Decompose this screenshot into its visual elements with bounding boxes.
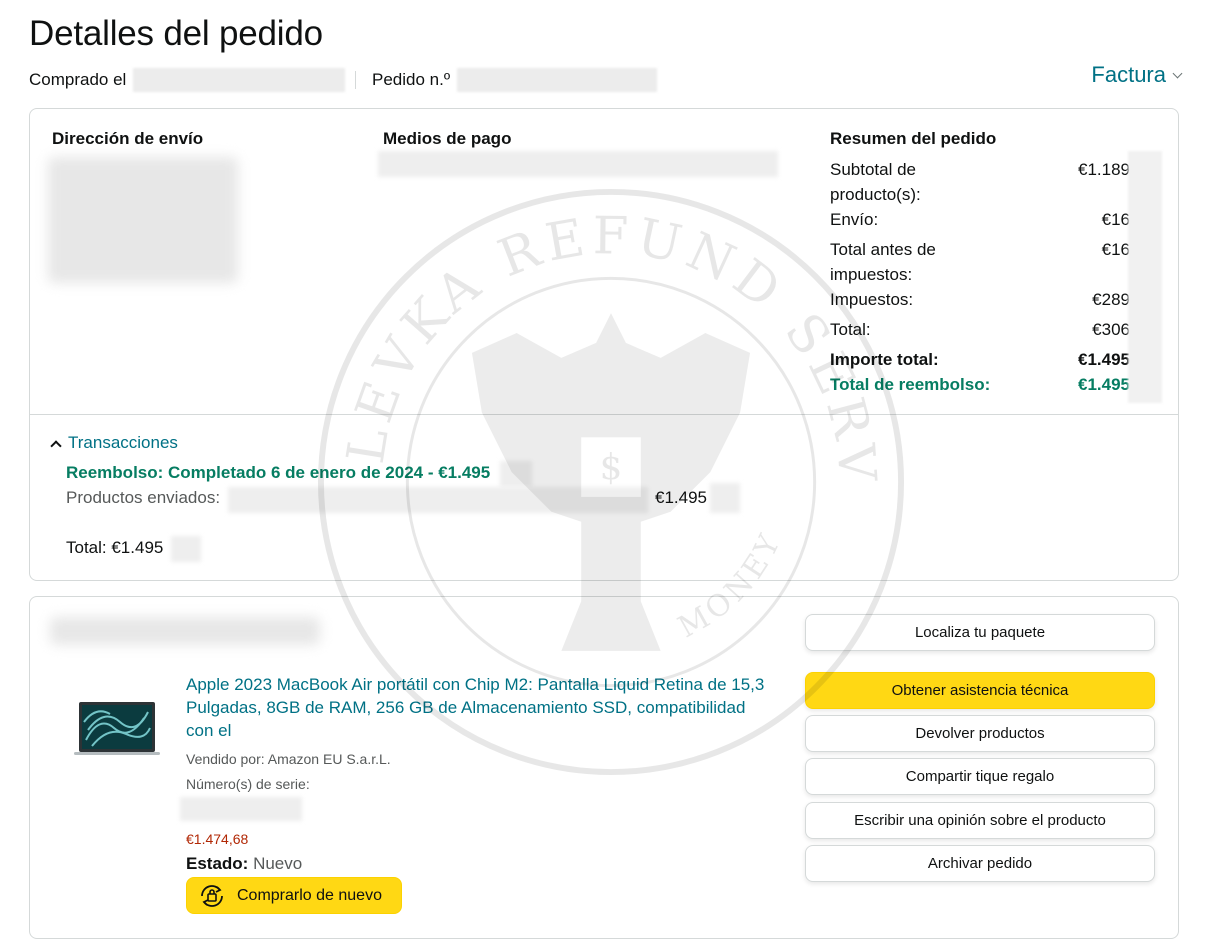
grand-total-label: Importe total:: [830, 350, 939, 369]
archive-order-button[interactable]: Archivar pedido: [805, 845, 1155, 882]
buy-again-icon: [201, 884, 223, 907]
laptop-icon: [74, 702, 160, 755]
redacted-shipping-address: [48, 157, 238, 283]
refund-status-line: Reembolso: Completado 6 de enero de 2024…: [66, 463, 491, 482]
redacted-total-cents: [171, 536, 201, 562]
summary-label: Total:: [830, 320, 871, 339]
redacted-order-number: [457, 68, 657, 92]
redacted-products-cents: [710, 483, 740, 513]
grand-total-value: €1.495: [1078, 350, 1130, 369]
chevron-down-icon: [1172, 68, 1183, 78]
redacted-serial-number: [180, 797, 302, 821]
redacted-payment-method: [378, 151, 778, 177]
get-tech-support-button[interactable]: Obtener asistencia técnica: [805, 672, 1155, 709]
page-title: Detalles del pedido: [29, 14, 323, 53]
payment-method-title: Medios de pago: [383, 129, 512, 148]
redacted-purchase-date: [133, 68, 345, 92]
product-title-link[interactable]: Apple 2023 MacBook Air portátil con Chip…: [186, 673, 766, 742]
shipping-address-title: Dirección de envío: [52, 129, 204, 148]
serial-number-label: Número(s) de serie:: [186, 776, 310, 792]
refund-total-row: Total de reembolso: €1.495: [830, 372, 1130, 397]
redacted-delivery-status: [50, 617, 320, 645]
return-items-button[interactable]: Devolver productos: [805, 715, 1155, 752]
products-shipped-value: €1.495: [655, 488, 707, 507]
summary-value: €16: [1101, 210, 1130, 229]
order-info-box: Dirección de envío Medios de pago Resume…: [29, 108, 1179, 581]
refund-total-value: €1.495: [1078, 375, 1130, 394]
track-package-button[interactable]: Localiza tu paquete: [805, 614, 1155, 651]
summary-value: €16: [1101, 240, 1130, 259]
grand-total-row: Importe total: €1.495: [830, 347, 1130, 372]
transactions-total: Total: €1.495: [66, 538, 164, 557]
order-summary-title: Resumen del pedido: [830, 129, 997, 148]
summary-value: €1.189: [1078, 160, 1130, 179]
summary-value: €306: [1092, 320, 1130, 339]
product-price: €1.474,68: [186, 831, 249, 847]
summary-label: Impuestos:: [830, 290, 914, 309]
invoice-label: Factura: [1091, 62, 1166, 87]
buy-again-label: Comprarlo de nuevo: [237, 886, 382, 904]
redacted-products-info: [228, 487, 648, 513]
transactions-toggle[interactable]: Transacciones: [50, 433, 178, 453]
order-number-label: Pedido n.º: [372, 70, 451, 89]
purchased-date-label: Comprado el: [29, 70, 127, 89]
summary-row: Total: €306: [830, 317, 1130, 342]
shipment-box: Apple 2023 MacBook Air portátil con Chip…: [29, 596, 1179, 939]
order-summary: Subtotal de producto(s): €1.189 Envío: €…: [830, 157, 1130, 397]
redacted-refund-cents: [500, 461, 532, 487]
share-gift-receipt-button[interactable]: Compartir tique regalo: [805, 758, 1155, 795]
section-divider: [30, 414, 1178, 415]
summary-row: Subtotal de producto(s): €1.189: [830, 157, 1130, 207]
condition-label: Estado:: [186, 854, 249, 873]
product-image[interactable]: [74, 700, 160, 758]
invoice-dropdown[interactable]: Factura: [1091, 62, 1183, 88]
write-review-button[interactable]: Escribir una opinión sobre el producto: [805, 802, 1155, 839]
meta-divider: [355, 71, 356, 89]
products-shipped-label: Productos enviados:: [66, 488, 221, 507]
summary-value: €289: [1092, 290, 1130, 309]
summary-row: Envío: €16: [830, 207, 1130, 232]
product-condition: Estado: Nuevo: [186, 854, 302, 874]
refund-total-label: Total de reembolso:: [830, 375, 991, 394]
summary-label: Envío:: [830, 210, 879, 229]
condition-value: Nuevo: [253, 854, 303, 873]
summary-label: Total antes de impuestos:: [830, 240, 936, 284]
order-meta-row: Comprado el Pedido n.º Factura: [29, 62, 1183, 94]
summary-row: Impuestos: €289: [830, 287, 1130, 312]
redacted-summary-cents: [1128, 151, 1162, 403]
transactions-label: Transacciones: [68, 433, 178, 452]
summary-label: Subtotal de producto(s):: [830, 160, 921, 204]
product-seller: Vendido por: Amazon EU S.a.r.L.: [186, 751, 391, 767]
summary-row: Total antes de impuestos: €16: [830, 237, 1130, 287]
buy-again-button[interactable]: Comprarlo de nuevo: [186, 877, 402, 914]
chevron-up-icon: [50, 439, 62, 452]
